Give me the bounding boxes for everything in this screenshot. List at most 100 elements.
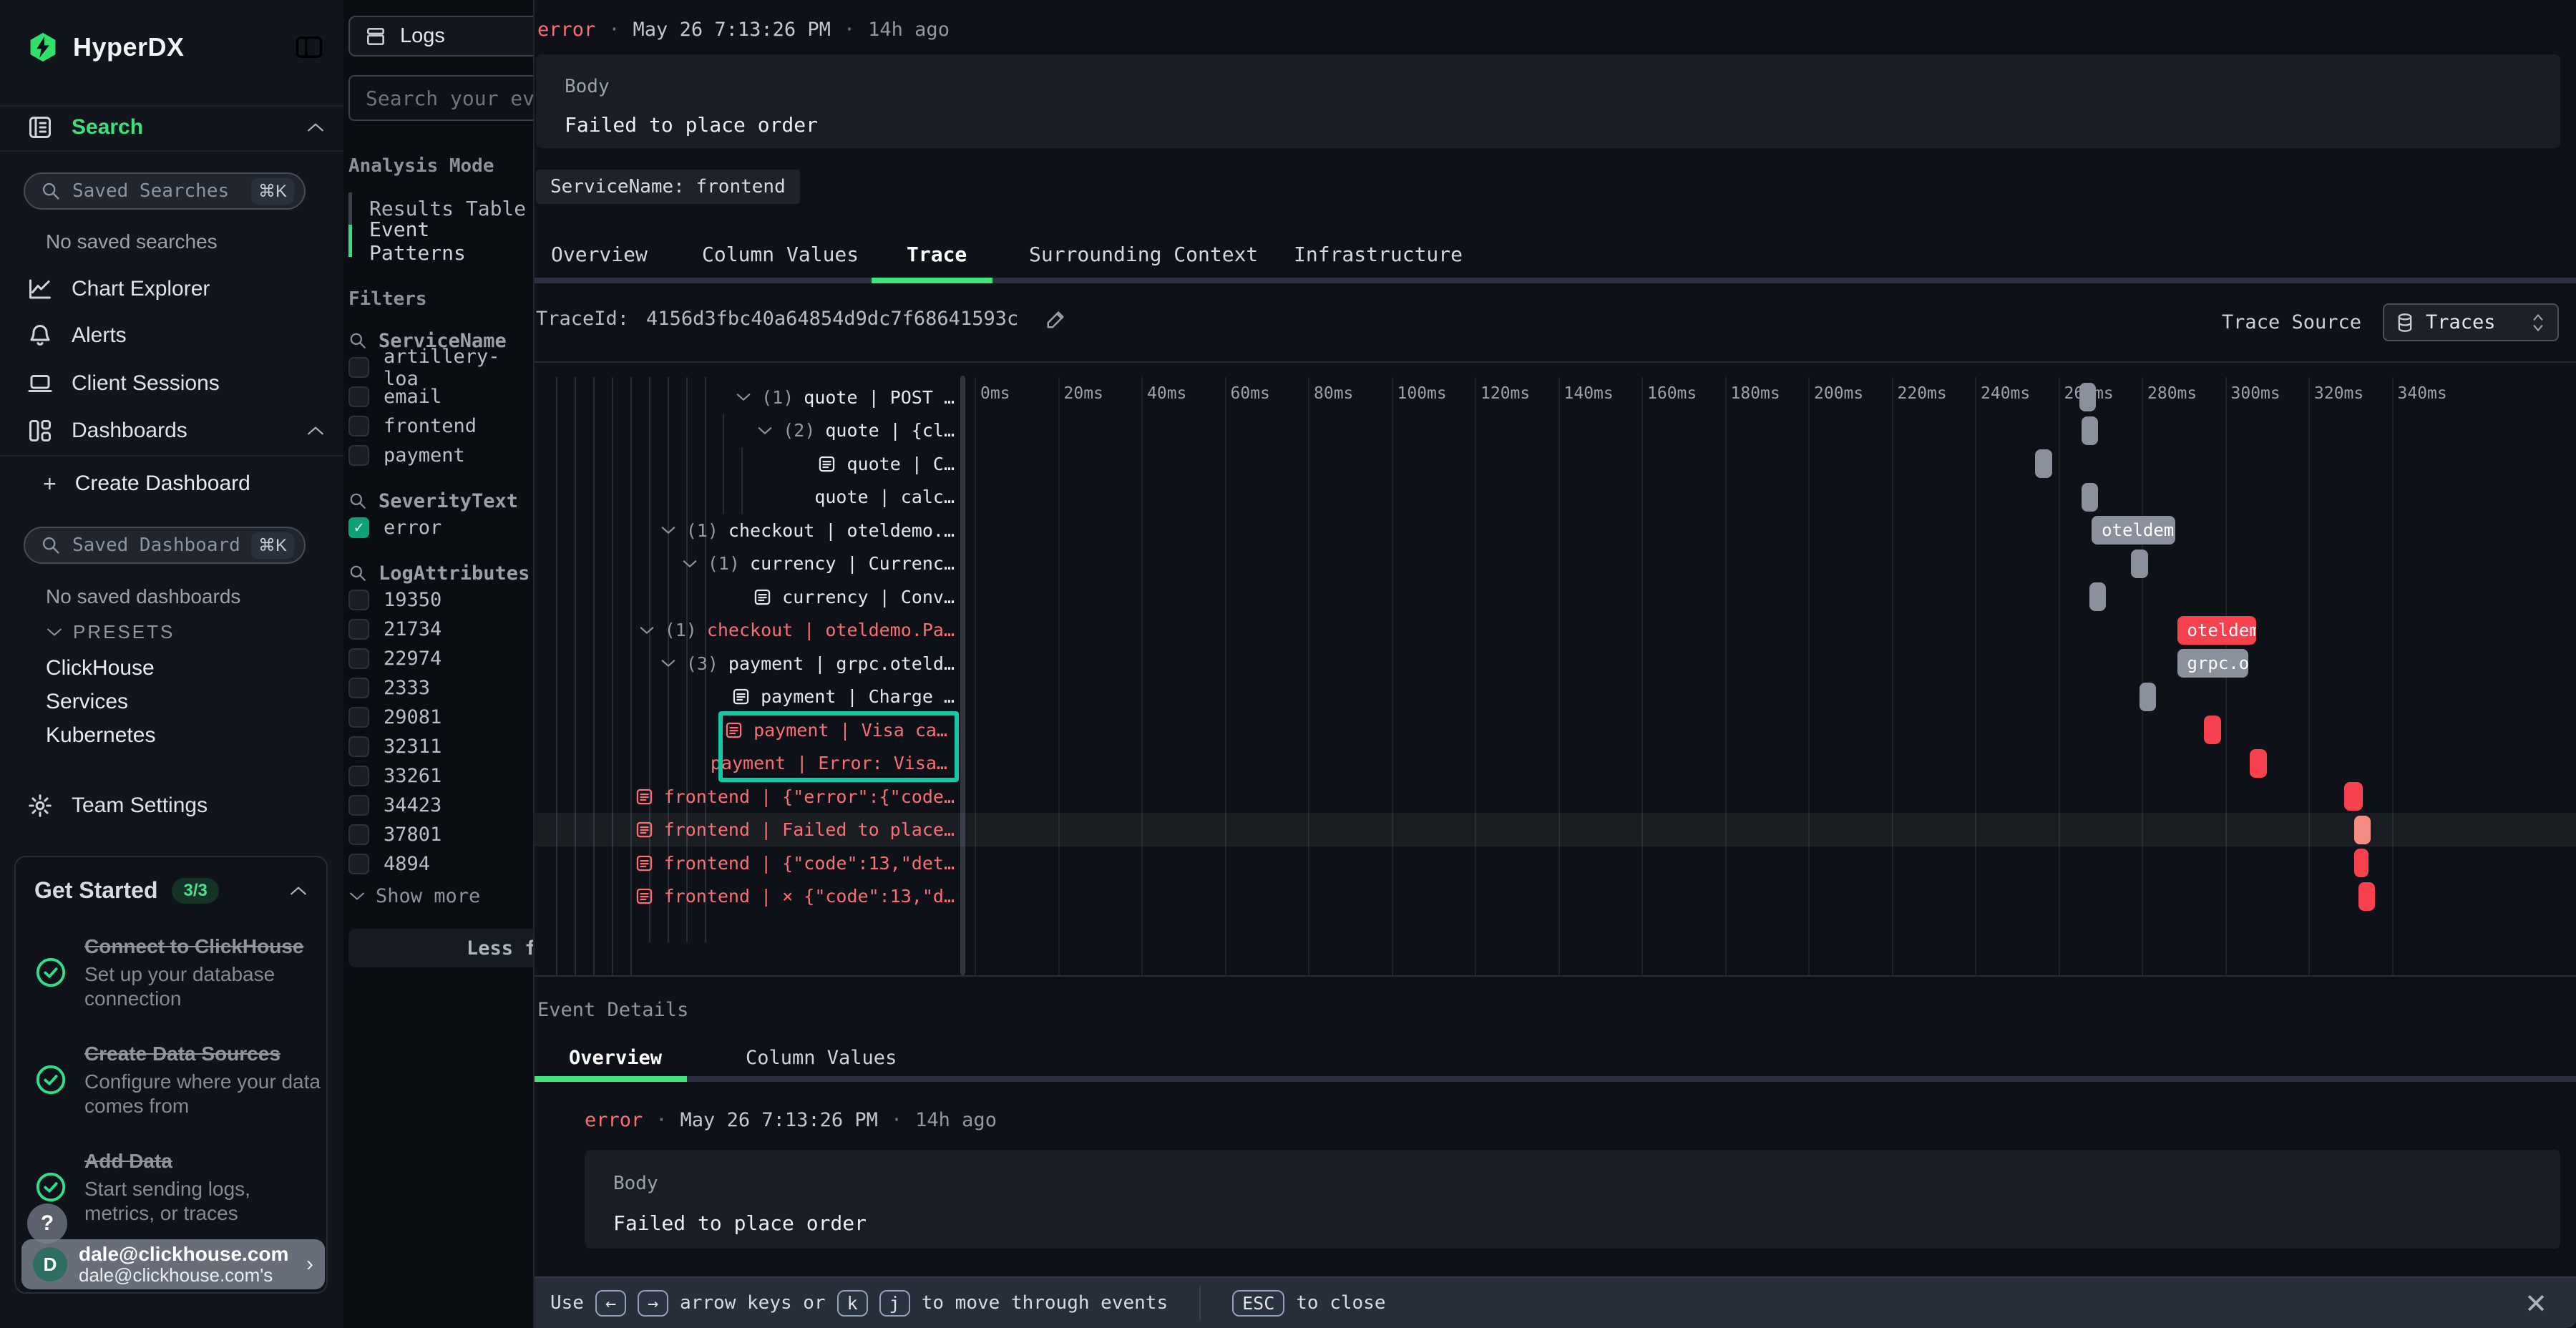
trace-tree-row[interactable]: currency | Conv… bbox=[753, 580, 955, 613]
saved-dashboards-search[interactable]: ⌘K bbox=[24, 527, 306, 564]
checkbox[interactable] bbox=[348, 678, 369, 698]
chevron-down-icon[interactable] bbox=[639, 625, 655, 635]
checkbox[interactable] bbox=[348, 766, 369, 786]
sidebar-item-dashboards[interactable]: Dashboards bbox=[0, 416, 343, 445]
span-duration-bar[interactable] bbox=[2089, 582, 2106, 611]
span-duration-bar[interactable] bbox=[2344, 782, 2363, 811]
checkbox[interactable]: ✓ bbox=[348, 517, 369, 538]
sidebar-item-client-sessions[interactable]: Client Sessions bbox=[0, 369, 343, 398]
trace-tree-row[interactable]: frontend | Failed to place… bbox=[635, 814, 955, 846]
show-more-button[interactable]: Show more bbox=[348, 883, 533, 909]
edit-pencil-icon[interactable] bbox=[1045, 308, 1067, 330]
filter-option-32311[interactable]: 32311 bbox=[348, 732, 533, 761]
checkbox[interactable] bbox=[348, 357, 369, 378]
sidebar-item-search[interactable]: Search bbox=[0, 112, 343, 143]
preset-item[interactable]: Services bbox=[46, 685, 155, 718]
filter-option-2333[interactable]: 2333 bbox=[348, 673, 533, 703]
sidebar-item-chart-explorer[interactable]: Chart Explorer bbox=[0, 275, 343, 303]
chevron-down-icon[interactable] bbox=[682, 559, 698, 569]
span-duration-bar[interactable] bbox=[2204, 716, 2220, 744]
filter-option-37801[interactable]: 37801 bbox=[348, 820, 533, 849]
trace-tree-row[interactable]: frontend | {"code":13,"det… bbox=[635, 846, 955, 879]
event-search-input[interactable] bbox=[364, 86, 533, 111]
analysis-mode-option[interactable]: Event Patterns bbox=[348, 225, 533, 257]
chevron-down-icon[interactable] bbox=[660, 525, 676, 535]
chevron-down-icon[interactable] bbox=[736, 392, 751, 402]
tab-infrastructure[interactable]: Infrastructure bbox=[1294, 238, 1463, 270]
span-duration-bar[interactable] bbox=[2354, 816, 2371, 844]
trace-tree-row[interactable]: frontend | × {"code":13,"d… bbox=[635, 880, 955, 913]
trace-tree-row[interactable]: payment | Charge … bbox=[731, 680, 955, 713]
trace-tree-row[interactable]: (1)quote | POST … bbox=[736, 381, 955, 414]
filter-option-34423[interactable]: 34423 bbox=[348, 791, 533, 820]
trace-tree-row[interactable]: (1)checkout | oteldemo.… bbox=[660, 514, 955, 547]
checkbox[interactable] bbox=[348, 824, 369, 845]
filter-option-29081[interactable]: 29081 bbox=[348, 703, 533, 732]
span-duration-bar[interactable] bbox=[2131, 550, 2147, 578]
tab-surrounding-context[interactable]: Surrounding Context bbox=[1029, 238, 1258, 270]
trace-source-select[interactable]: Traces bbox=[2383, 303, 2559, 341]
sidebar-item-alerts[interactable]: Alerts bbox=[0, 321, 343, 350]
help-button[interactable]: ? bbox=[27, 1204, 67, 1244]
close-icon[interactable]: ✕ bbox=[2524, 1288, 2547, 1320]
span-duration-bar[interactable]: oteldem bbox=[2092, 516, 2175, 545]
preset-item[interactable]: ClickHouse bbox=[46, 651, 155, 685]
span-duration-bar[interactable]: grpc.o bbox=[2177, 649, 2248, 678]
saved-dashboards-input[interactable] bbox=[71, 534, 241, 557]
get-started-item[interactable]: Add Data Start sending logs, metrics, or… bbox=[34, 1148, 308, 1226]
span-duration-bar[interactable] bbox=[2250, 749, 2266, 778]
preset-item[interactable]: Kubernetes bbox=[46, 718, 155, 752]
filter-option-frontend[interactable]: frontend bbox=[348, 411, 533, 441]
event-search-box[interactable] bbox=[348, 75, 533, 121]
filter-option-21734[interactable]: 21734 bbox=[348, 615, 533, 644]
trace-tree-row[interactable]: quote | calc… bbox=[814, 481, 955, 514]
filter-option-4894[interactable]: 4894 bbox=[348, 849, 533, 879]
sidebar-item-team-settings[interactable]: Team Settings bbox=[0, 791, 343, 820]
trace-tree-row[interactable]: (3)payment | grpc.oteld… bbox=[660, 647, 955, 680]
saved-searches-search[interactable]: ⌘K bbox=[24, 172, 306, 210]
presets-toggle[interactable]: PRESETS bbox=[46, 621, 175, 643]
checkbox[interactable] bbox=[348, 416, 369, 436]
checkbox[interactable] bbox=[348, 590, 369, 610]
collapse-sidebar-icon[interactable] bbox=[295, 35, 323, 59]
checkbox[interactable] bbox=[348, 648, 369, 669]
checkbox[interactable] bbox=[348, 707, 369, 728]
event-details-tab-overview[interactable]: Overview bbox=[569, 1043, 662, 1072]
trace-tree-row[interactable]: (2)quote | {cl… bbox=[757, 414, 955, 447]
tab-overview[interactable]: Overview bbox=[551, 238, 648, 270]
tab-trace[interactable]: Trace bbox=[907, 238, 967, 270]
trace-tree-row[interactable]: (1)checkout | oteldemo.Pa… bbox=[639, 614, 955, 647]
span-duration-bar[interactable] bbox=[2354, 849, 2368, 877]
service-name-chip[interactable]: ServiceName: frontend bbox=[536, 170, 800, 204]
span-duration-bar[interactable] bbox=[2079, 383, 2096, 411]
chevron-up-icon[interactable] bbox=[289, 885, 308, 897]
get-started-item[interactable]: Connect to ClickHouse Set up your databa… bbox=[34, 934, 308, 1011]
trace-tree-row[interactable]: quote | C… bbox=[817, 447, 955, 480]
filter-option-payment[interactable]: payment bbox=[348, 441, 533, 470]
span-duration-bar[interactable]: oteldem bbox=[2177, 616, 2257, 645]
span-duration-bar[interactable] bbox=[2140, 683, 2156, 711]
checkbox[interactable] bbox=[348, 386, 369, 407]
get-started-item[interactable]: Create Data Sources Configure where your… bbox=[34, 1041, 308, 1118]
saved-searches-input[interactable] bbox=[71, 180, 241, 202]
user-menu[interactable]: D dale@clickhouse.com dale@clickhouse.co… bbox=[21, 1239, 325, 1289]
filter-option-22974[interactable]: 22974 bbox=[348, 644, 533, 673]
span-duration-bar[interactable] bbox=[2082, 416, 2098, 445]
filter-option-artillery-loa[interactable]: artillery-loa bbox=[348, 353, 533, 382]
span-duration-bar[interactable] bbox=[2082, 483, 2098, 512]
filter-option-error[interactable]: ✓error bbox=[348, 513, 533, 542]
checkbox[interactable] bbox=[348, 736, 369, 757]
less-filters-button[interactable]: Less fil bbox=[348, 929, 533, 967]
checkbox[interactable] bbox=[348, 854, 369, 874]
chevron-down-icon[interactable] bbox=[660, 658, 676, 668]
filter-option-33261[interactable]: 33261 bbox=[348, 761, 533, 791]
trace-tree-row[interactable]: frontend | {"error":{"code… bbox=[635, 780, 955, 813]
span-duration-bar[interactable] bbox=[2035, 449, 2051, 478]
checkbox[interactable] bbox=[348, 619, 369, 640]
checkbox[interactable] bbox=[348, 445, 369, 466]
source-select[interactable]: Logs bbox=[348, 16, 533, 57]
span-duration-bar[interactable] bbox=[2358, 882, 2375, 911]
checkbox[interactable] bbox=[348, 795, 369, 816]
event-details-tab-column-values[interactable]: Column Values bbox=[746, 1043, 897, 1072]
trace-tree-row[interactable]: (1)currency | Currenc… bbox=[682, 547, 955, 580]
